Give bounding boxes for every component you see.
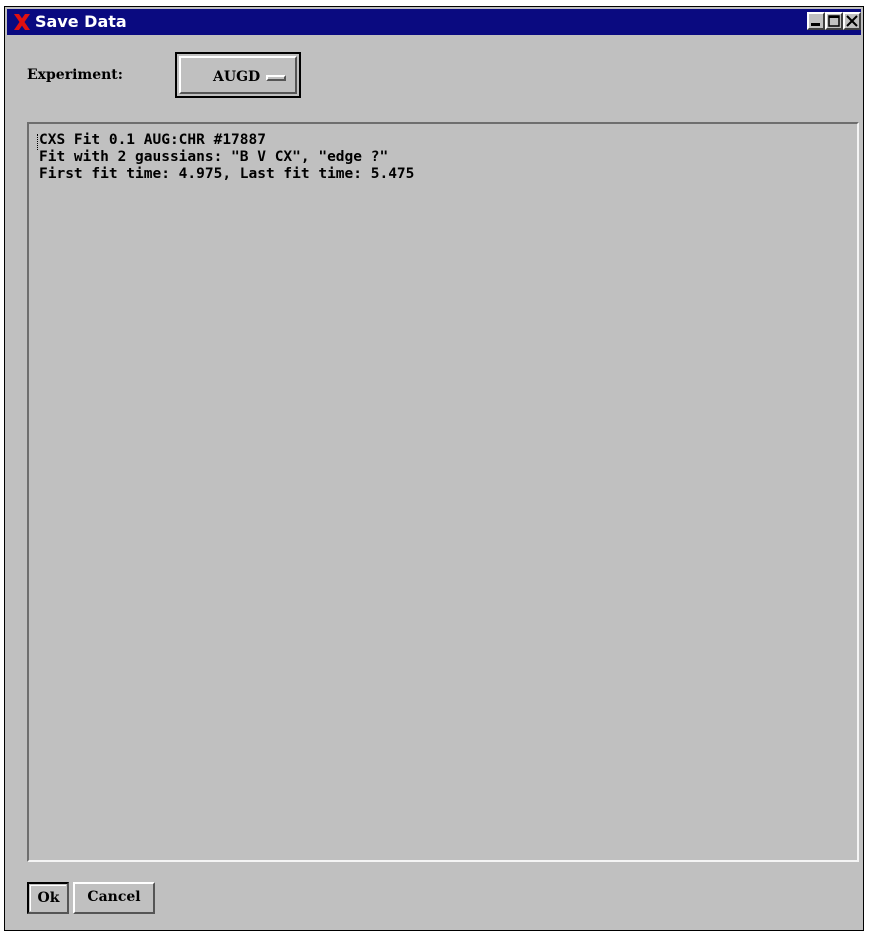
maximize-button[interactable] xyxy=(825,12,843,30)
comment-line: CXS Fit 0.1 AUG:CHR #17887 xyxy=(39,132,266,148)
option-menu-indicator-icon xyxy=(266,75,286,81)
minimize-button[interactable] xyxy=(807,12,825,30)
experiment-value: AUGD xyxy=(213,69,261,85)
comment-text: CXS Fit 0.1 AUG:CHR #17887 Fit with 2 gau… xyxy=(39,132,414,183)
close-icon xyxy=(846,15,858,27)
comment-textarea[interactable]: CXS Fit 0.1 AUG:CHR #17887 Fit with 2 gau… xyxy=(27,122,859,862)
cancel-button[interactable]: Cancel xyxy=(73,882,155,914)
experiment-label: Experiment: xyxy=(27,67,123,83)
save-data-dialog: Save Data Experiment: AUGD CXS Fit 0.1 A… xyxy=(4,6,864,931)
window-title: Save Data xyxy=(35,12,127,31)
minimize-icon xyxy=(811,23,820,26)
ok-button-label: Ok xyxy=(30,885,66,911)
x-logo-icon xyxy=(13,12,31,32)
experiment-dropdown[interactable]: AUGD xyxy=(175,52,301,98)
ok-button[interactable]: Ok xyxy=(27,882,69,914)
experiment-dropdown-frame: AUGD xyxy=(179,56,297,94)
maximize-icon xyxy=(828,15,840,27)
comment-line: First fit time: 4.975, Last fit time: 5.… xyxy=(39,166,415,182)
title-bar[interactable]: Save Data xyxy=(7,9,861,35)
comment-line: Fit with 2 gaussians: "B V CX", "edge ?" xyxy=(39,149,389,165)
close-button[interactable] xyxy=(843,12,861,30)
